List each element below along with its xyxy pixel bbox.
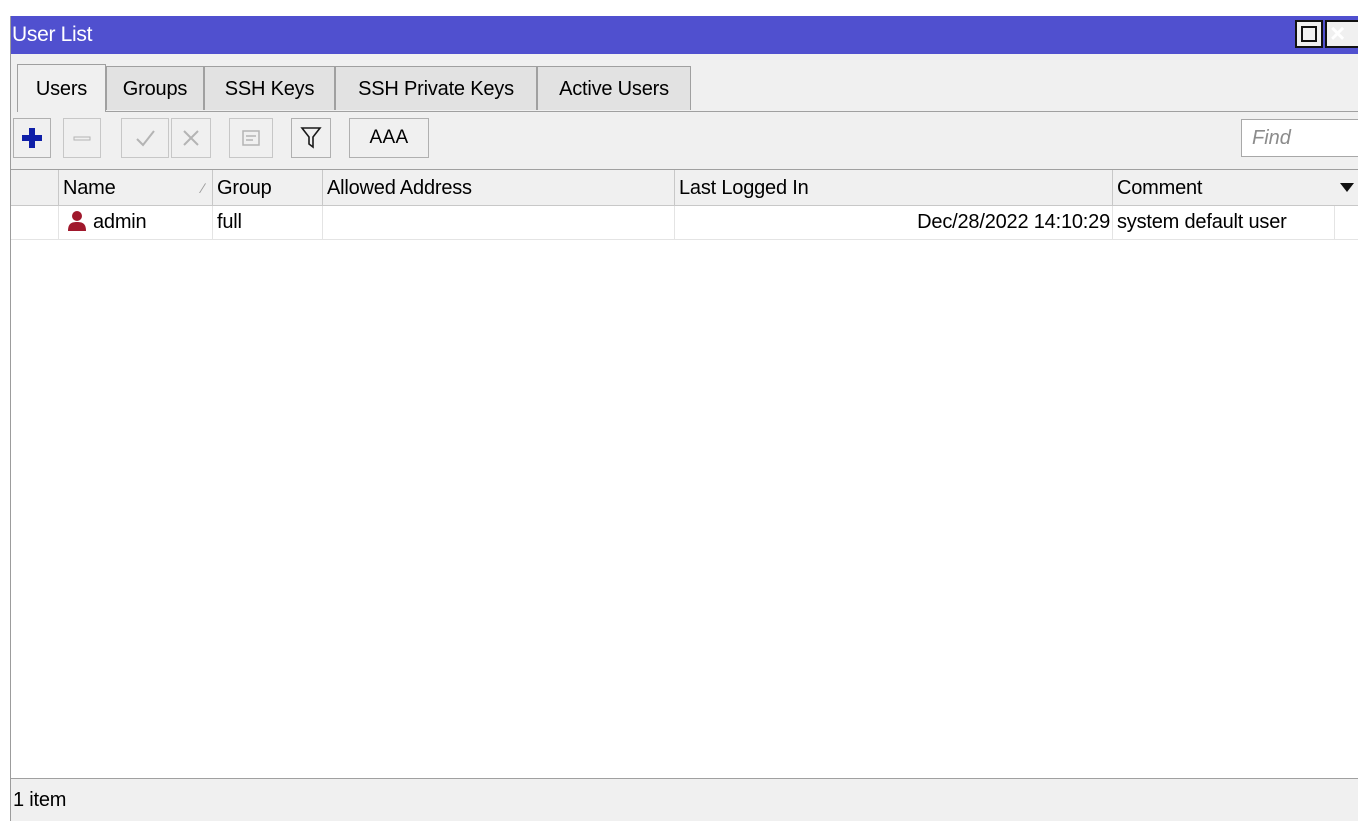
status-bar: 1 item bbox=[13, 789, 67, 811]
header-allowed-address[interactable]: Allowed Address bbox=[323, 170, 675, 206]
cell-group: full bbox=[213, 206, 323, 239]
close-button[interactable]: × bbox=[1325, 20, 1358, 48]
header-comment[interactable]: Comment bbox=[1113, 170, 1335, 206]
header-last-logged-in[interactable]: Last Logged In bbox=[675, 170, 1113, 206]
find-input[interactable] bbox=[1241, 119, 1358, 157]
row-flag-cell bbox=[11, 206, 59, 239]
aaa-button[interactable]: AAA bbox=[349, 118, 429, 158]
tab-ssh-private-keys[interactable]: SSH Private Keys bbox=[335, 66, 537, 110]
header-group[interactable]: Group bbox=[213, 170, 323, 206]
filter-button[interactable] bbox=[291, 118, 331, 158]
user-table: Name ∕ Group Allowed Address Last Logged… bbox=[11, 169, 1358, 779]
window-titlebar[interactable]: User List × bbox=[11, 16, 1358, 54]
table-header: Name ∕ Group Allowed Address Last Logged… bbox=[11, 170, 1358, 206]
column-menu-button[interactable] bbox=[1335, 170, 1358, 206]
table-row[interactable]: admin full Dec/28/2022 14:10:29 system d… bbox=[11, 206, 1358, 240]
tab-active-users[interactable]: Active Users bbox=[537, 66, 691, 110]
tab-ssh-keys[interactable]: SSH Keys bbox=[204, 66, 335, 110]
add-button[interactable] bbox=[13, 118, 51, 158]
minus-icon bbox=[73, 136, 91, 141]
comment-button[interactable] bbox=[229, 118, 273, 158]
header-name-label: Name bbox=[63, 177, 116, 199]
triangle-down-icon bbox=[1340, 183, 1354, 192]
tab-users[interactable]: Users bbox=[17, 64, 106, 112]
remove-button[interactable] bbox=[63, 118, 101, 158]
header-spacer bbox=[11, 170, 59, 206]
filter-icon bbox=[300, 127, 322, 149]
user-icon bbox=[68, 211, 86, 231]
disable-button[interactable] bbox=[171, 118, 211, 158]
maximize-button[interactable] bbox=[1295, 20, 1323, 48]
tab-bar: Users Groups SSH Keys SSH Private Keys A… bbox=[11, 64, 1358, 112]
cross-icon bbox=[183, 130, 199, 146]
enable-button[interactable] bbox=[121, 118, 169, 158]
user-list-window: User List × Users Groups SSH Keys SSH Pr… bbox=[10, 16, 1358, 821]
cell-last-logged-in: Dec/28/2022 14:10:29 bbox=[675, 206, 1113, 239]
cell-name: admin bbox=[59, 206, 213, 239]
sort-ascending-icon: ∕ bbox=[201, 180, 204, 196]
toolbar: AAA bbox=[11, 116, 1358, 164]
note-icon bbox=[242, 130, 260, 146]
tab-groups[interactable]: Groups bbox=[106, 66, 204, 110]
cell-allowed-address bbox=[323, 206, 675, 239]
plus-icon bbox=[22, 128, 42, 148]
check-icon bbox=[136, 130, 155, 147]
window-title: User List bbox=[12, 23, 93, 46]
cell-name-text: admin bbox=[93, 211, 147, 233]
cell-comment: system default user bbox=[1113, 206, 1335, 239]
header-name[interactable]: Name ∕ bbox=[59, 170, 213, 206]
